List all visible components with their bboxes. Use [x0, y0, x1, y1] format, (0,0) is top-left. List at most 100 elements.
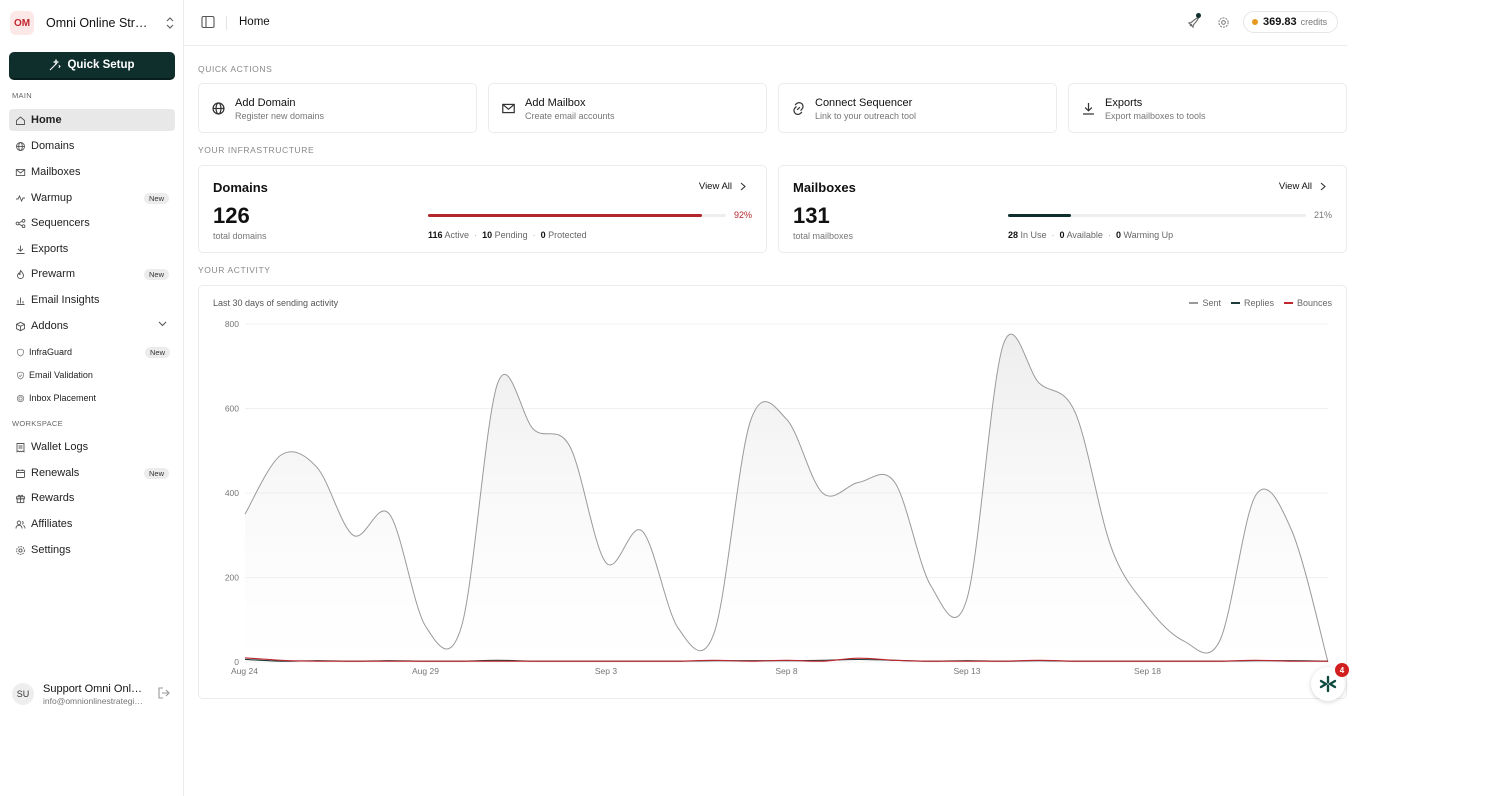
- mailboxes-total: 131: [793, 203, 830, 228]
- sidebar-item-label: Wallet Logs: [31, 441, 89, 453]
- sidebar-subitem-inbox-placement[interactable]: Inbox Placement: [10, 389, 176, 407]
- shield-icon: [17, 348, 24, 356]
- stat-label: Pending: [494, 230, 528, 240]
- sidebar-item-label: Mailboxes: [31, 166, 81, 178]
- sidebar: OM Omni Online Strategies Quick Setup MA…: [0, 0, 184, 796]
- credits-badge[interactable]: 369.83 credits: [1243, 11, 1338, 33]
- logout-icon[interactable]: [156, 685, 172, 701]
- sidebar-item-sequencers[interactable]: Sequencers: [9, 212, 175, 234]
- receipt-icon: [16, 442, 25, 453]
- sidebar-item-label: Sequencers: [31, 217, 90, 229]
- stat-value: 10: [482, 230, 493, 240]
- sidebar-item-label: InfraGuard: [29, 347, 73, 357]
- x-tick-label: Aug 29: [412, 666, 439, 676]
- domains-view-all-link[interactable]: View All: [699, 181, 746, 192]
- quick-action-title: Exports: [1105, 97, 1143, 109]
- quick-action-exports[interactable]: Exports Export mailboxes to tools: [1068, 83, 1347, 133]
- sidebar-subitem-infraguard[interactable]: InfraGuard New: [10, 343, 176, 361]
- sidebar-item-label: Prewarm: [31, 268, 76, 280]
- mail-icon: [15, 168, 26, 176]
- calendar-icon: [16, 468, 25, 478]
- view-all-label: View All: [1278, 181, 1312, 192]
- domains-card-title: Domains: [213, 180, 268, 195]
- sidebar-subitem-email-validation[interactable]: Email Validation: [10, 366, 176, 384]
- x-tick-label: Sep 13: [954, 666, 981, 676]
- sidebar-item-warmup[interactable]: Warmup New: [9, 187, 175, 209]
- x-tick-label: Sep 3: [595, 666, 617, 676]
- sidebar-item-home[interactable]: Home: [9, 109, 175, 131]
- sidebar-item-label: Inbox Placement: [29, 393, 97, 403]
- users-icon: [15, 520, 26, 529]
- domains-stats: 116 Active · 10 Pending · 0 Protected: [428, 230, 587, 240]
- sidebar-item-domains[interactable]: Domains: [9, 135, 175, 157]
- sidebar-item-mailboxes[interactable]: Mailboxes: [9, 161, 175, 183]
- gear-icon[interactable]: [1217, 16, 1230, 29]
- quick-setup-button[interactable]: Quick Setup: [9, 52, 175, 80]
- quick-setup-label: Quick Setup: [67, 59, 135, 71]
- sidebar-item-addons[interactable]: Addons: [9, 315, 175, 337]
- chevron-right-icon: [740, 182, 746, 191]
- sidebar-item-wallet-logs[interactable]: Wallet Logs: [9, 436, 175, 458]
- globe-icon: [16, 141, 25, 151]
- package-icon: [16, 321, 25, 331]
- sidebar-item-label: Home: [31, 114, 62, 126]
- quick-action-subtitle: Register new domains: [235, 111, 325, 121]
- mailboxes-card: Mailboxes View All 131 total mailboxes 2…: [778, 165, 1347, 253]
- activity-chart-card: Last 30 days of sending activity Sent Rep…: [198, 285, 1347, 699]
- activity-icon: [16, 194, 25, 202]
- quick-action-add-domain[interactable]: Add Domain Register new domains: [198, 83, 477, 133]
- y-tick-label: 200: [225, 573, 239, 583]
- sidebar-item-email-insights[interactable]: Email Insights: [9, 289, 175, 311]
- mailboxes-total-label: total mailboxes: [793, 231, 854, 241]
- user-profile[interactable]: SU Support Omni Online Strategies info@o…: [12, 681, 172, 707]
- sidebar-item-label: Warmup: [31, 192, 73, 204]
- sidebar-item-affiliates[interactable]: Affiliates: [9, 513, 175, 535]
- quick-action-title: Add Domain: [235, 97, 296, 109]
- stat-value: 0: [540, 230, 546, 240]
- quick-action-subtitle: Create email accounts: [525, 111, 615, 121]
- chevron-right-icon: [1320, 182, 1326, 191]
- view-all-label: View All: [698, 181, 732, 192]
- y-tick-label: 400: [225, 488, 239, 498]
- x-tick-label: Sep 8: [775, 666, 797, 676]
- sidebar-item-label: Exports: [31, 243, 69, 255]
- sidebar-item-label: Rewards: [31, 492, 75, 504]
- quick-action-add-mailbox[interactable]: Add Mailbox Create email accounts: [488, 83, 767, 133]
- stat-label: Active: [444, 230, 470, 240]
- domains-progress-bar: [428, 214, 726, 217]
- header-divider: [226, 16, 227, 30]
- support-notification-badge: 4: [1335, 663, 1349, 677]
- stat-value: 28: [1008, 230, 1019, 240]
- stat-separator: ·: [1107, 230, 1111, 240]
- workspace-name: Omni Online Strategies: [46, 16, 154, 30]
- download-icon: [1083, 103, 1094, 115]
- quick-action-connect-sequencer[interactable]: Connect Sequencer Link to your outreach t…: [778, 83, 1057, 133]
- stat-label: In Use: [1020, 230, 1047, 240]
- user-avatar: SU: [12, 683, 34, 705]
- mailboxes-progress-bar: [1008, 214, 1306, 217]
- download-icon: [16, 245, 25, 254]
- sidebar-item-renewals[interactable]: Renewals New: [9, 462, 175, 484]
- stat-value: 0: [1059, 230, 1065, 240]
- sidebar-item-rewards[interactable]: Rewards: [9, 487, 175, 509]
- stat-value: 0: [1115, 230, 1121, 240]
- sidebar-item-settings[interactable]: Settings: [9, 539, 175, 561]
- sidebar-item-exports[interactable]: Exports: [9, 238, 175, 260]
- quick-action-subtitle: Link to your outreach tool: [815, 111, 917, 121]
- sidebar-item-label: Addons: [31, 320, 69, 332]
- sidebar-item-prewarm[interactable]: Prewarm New: [9, 263, 175, 285]
- section-label-main: MAIN: [12, 91, 32, 100]
- mailboxes-view-all-link[interactable]: View All: [1279, 181, 1326, 192]
- quick-actions-label: QUICK ACTIONS: [198, 64, 273, 74]
- gear-icon: [16, 545, 25, 555]
- sidebar-toggle-icon[interactable]: [201, 15, 215, 29]
- quick-action-subtitle: Export mailboxes to tools: [1105, 111, 1206, 121]
- new-badge: New: [143, 268, 169, 280]
- flame-icon: [17, 269, 24, 279]
- notification-dot: [1196, 13, 1201, 18]
- sidebar-item-label: Affiliates: [31, 518, 73, 530]
- workspace-switcher[interactable]: OM Omni Online Strategies: [10, 10, 176, 36]
- series-area-sent: [245, 334, 1328, 662]
- activity-chart: 0200400600800Aug 24 Aug 29 Sep 3 Sep 8 Sep 1…: [225, 319, 1331, 676]
- stat-separator: ·: [474, 230, 478, 240]
